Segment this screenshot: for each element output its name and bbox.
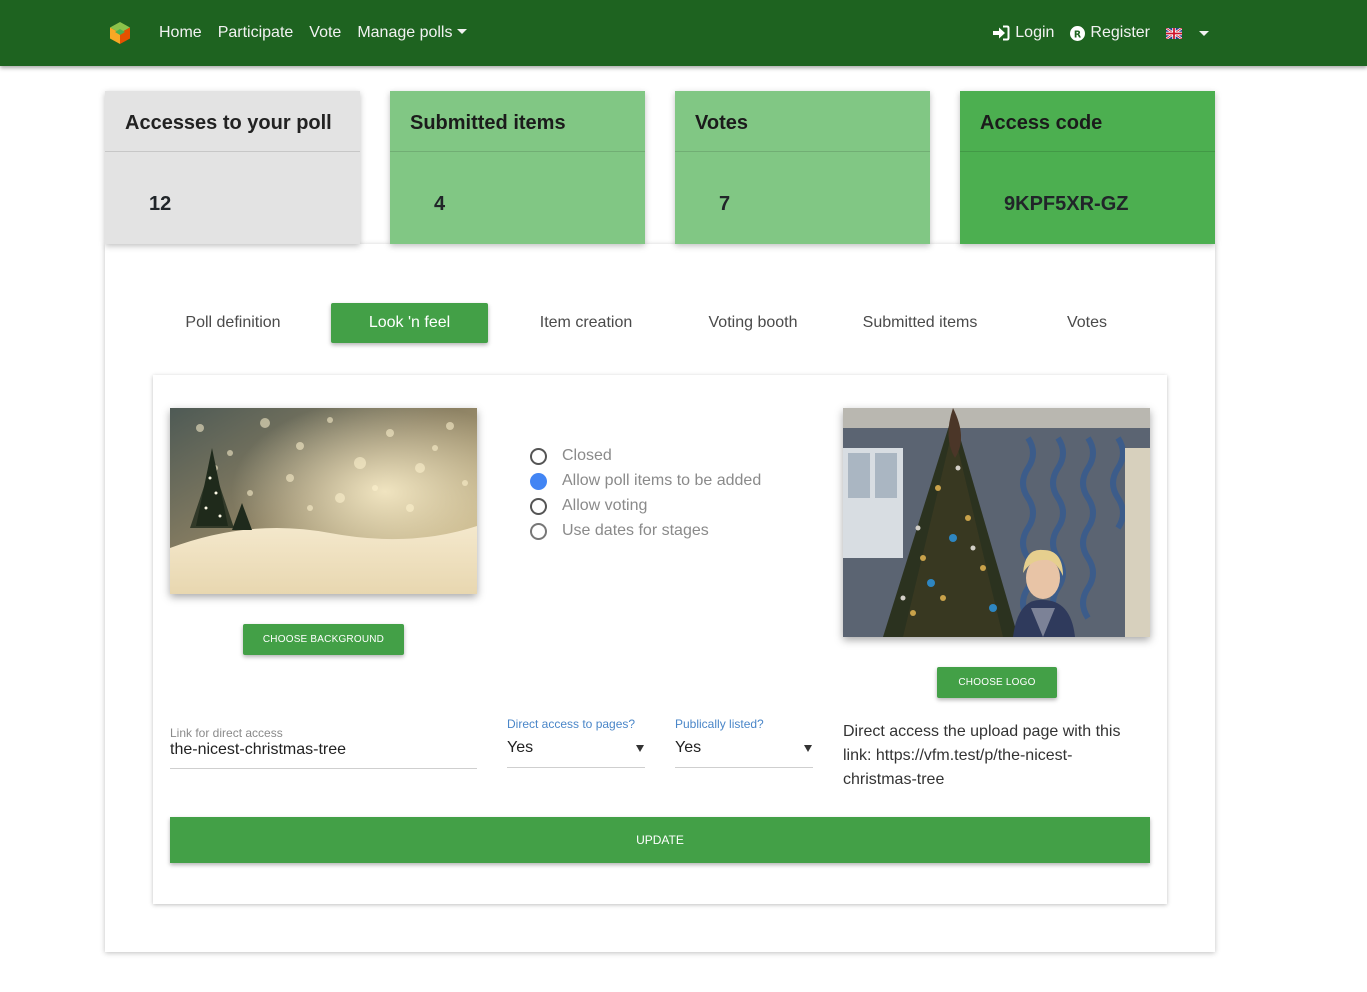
stage-option-voting[interactable]: Allow voting — [530, 497, 647, 515]
logo-image — [843, 408, 1150, 637]
stat-title: Accesses to your poll — [105, 91, 360, 152]
stage-label: Allow voting — [562, 497, 648, 514]
link-field-label: Link for direct access — [170, 726, 283, 740]
stat-value: 12 — [149, 193, 172, 215]
stat-value: 9KPF5XR-GZ — [1004, 193, 1129, 215]
cube-logo-icon[interactable] — [108, 21, 132, 45]
radio-allow-items[interactable] — [530, 472, 547, 490]
stat-title: Access code — [960, 91, 1215, 152]
stage-label: Allow poll items to be added — [562, 472, 762, 489]
sign-in-icon — [993, 25, 1010, 41]
tab-voting-booth[interactable]: Voting booth — [680, 303, 826, 343]
tab-submitted-items[interactable]: Submitted items — [846, 303, 994, 343]
chevron-down-icon — [1199, 30, 1209, 36]
chevron-down-icon — [636, 745, 644, 752]
stat-access-code: Access code 9KPF5XR-GZ — [960, 91, 1215, 244]
public-listed-underline — [675, 767, 813, 768]
nav-manage-polls[interactable]: Manage polls — [357, 24, 468, 42]
login-label: Login — [1015, 24, 1055, 41]
update-button[interactable]: UPDATE — [170, 817, 1150, 863]
stat-value: 7 — [719, 193, 731, 215]
login-link[interactable]: Login — [992, 24, 1054, 42]
tab-votes[interactable]: Votes — [1013, 303, 1161, 343]
stat-title: Submitted items — [390, 91, 645, 152]
stat-accesses: Accesses to your poll 12 — [105, 91, 360, 244]
direct-access-label: Direct access to pages? — [507, 717, 636, 731]
registered-icon: R — [1070, 25, 1086, 41]
uk-flag-icon — [1166, 27, 1182, 39]
nav-vote[interactable]: Vote — [309, 24, 341, 42]
link-field-underline — [170, 768, 477, 769]
tab-look-n-feel[interactable]: Look 'n feel — [331, 303, 488, 343]
stage-option-items[interactable]: Allow poll items to be added — [530, 472, 761, 490]
register-link[interactable]: R Register — [1070, 24, 1150, 42]
background-image — [170, 408, 477, 594]
stat-value: 4 — [434, 193, 446, 215]
radio-closed[interactable] — [530, 447, 547, 465]
direct-access-underline — [507, 767, 645, 768]
stat-submitted-items: Submitted items 4 — [390, 91, 645, 244]
chevron-down-icon — [804, 745, 812, 752]
radio-allow-voting[interactable] — [530, 497, 547, 515]
tab-poll-definition[interactable]: Poll definition — [160, 303, 306, 343]
stat-votes: Votes 7 — [675, 91, 930, 244]
link-field-input[interactable]: the-nicest-christmas-tree — [170, 741, 346, 759]
navbar: Home Participate Vote Manage polls Login… — [0, 0, 1367, 66]
language-dropdown[interactable] — [1166, 27, 1209, 39]
stat-title: Votes — [675, 91, 930, 152]
direct-access-select[interactable]: Yes — [507, 739, 533, 757]
stage-option-closed[interactable]: Closed — [530, 447, 612, 465]
stage-label: Closed — [562, 447, 612, 464]
svg-text:R: R — [1074, 29, 1082, 40]
nav-home[interactable]: Home — [159, 24, 202, 42]
stage-label: Use dates for stages — [562, 522, 709, 539]
direct-access-text: Direct access the upload page with this … — [843, 723, 1121, 788]
register-label: Register — [1090, 24, 1150, 41]
choose-logo-button[interactable]: CHOOSE LOGO — [937, 667, 1057, 698]
choose-background-button[interactable]: CHOOSE BACKGROUND — [243, 624, 404, 655]
chevron-down-icon — [457, 29, 468, 34]
public-listed-label: Publically listed? — [675, 717, 764, 731]
nav-participate[interactable]: Participate — [218, 24, 294, 42]
nav-manage-polls-label: Manage polls — [357, 24, 453, 41]
public-listed-select[interactable]: Yes — [675, 739, 701, 757]
radio-use-dates[interactable] — [530, 522, 547, 540]
stage-option-dates[interactable]: Use dates for stages — [530, 522, 709, 540]
tab-item-creation[interactable]: Item creation — [512, 303, 660, 343]
